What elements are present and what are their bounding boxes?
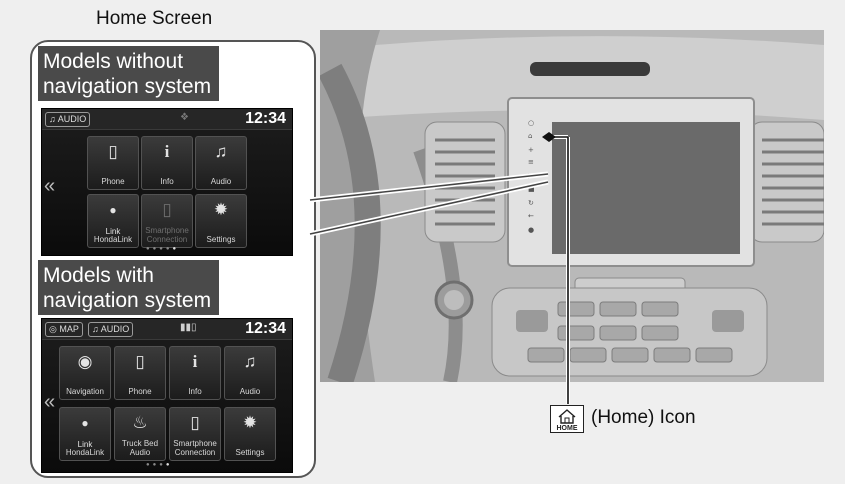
home-button-icon: HOME bbox=[550, 405, 584, 433]
home-icon-callout-label: (Home) Icon bbox=[591, 407, 696, 428]
manual-figure: Home Screen Models without navigation sy… bbox=[0, 0, 845, 484]
home-icon-text: HOME bbox=[556, 425, 578, 432]
leader-lines bbox=[309, 132, 570, 404]
